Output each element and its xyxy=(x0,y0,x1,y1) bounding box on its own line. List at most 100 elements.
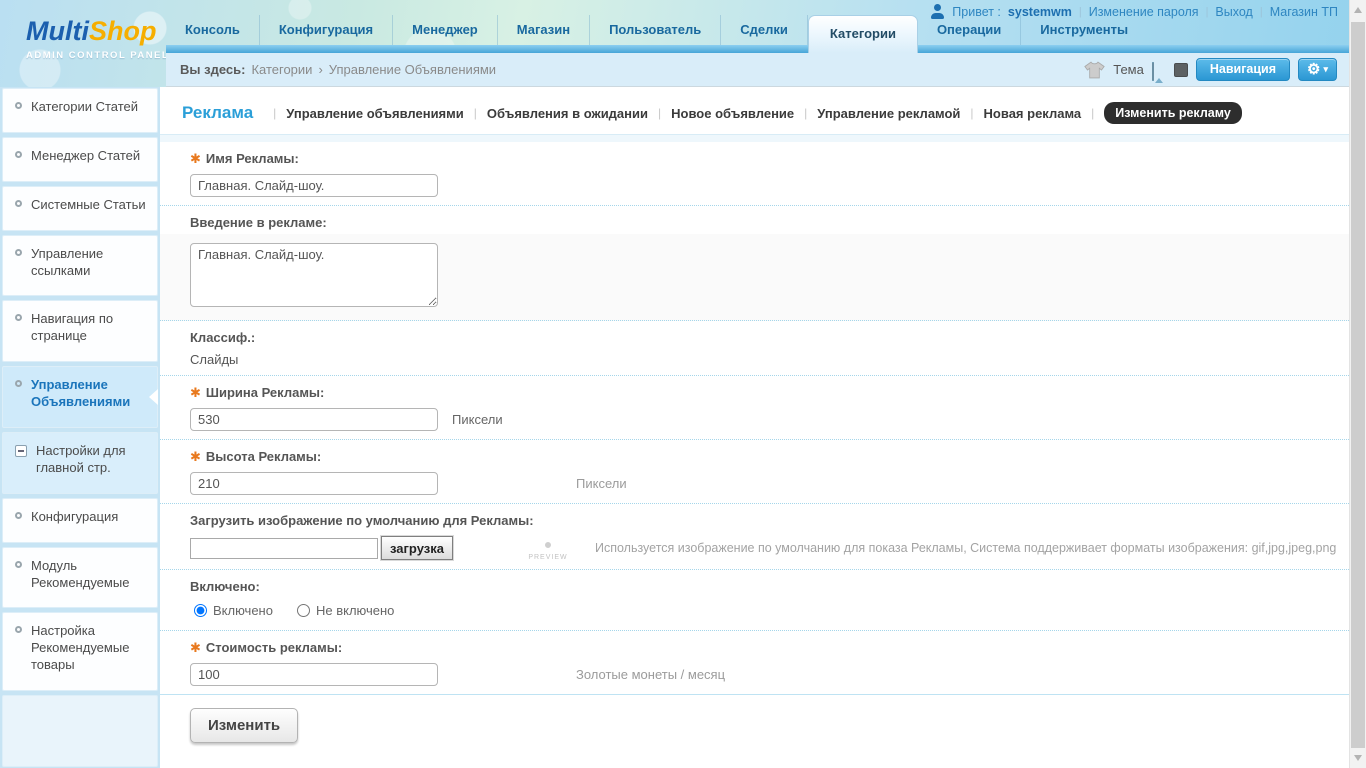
sidebar-item-recommended-products[interactable]: Настройка Рекомендуемые товары xyxy=(2,612,158,691)
ad-name-input[interactable] xyxy=(190,174,438,197)
radio-bullet-icon xyxy=(15,151,22,158)
height-unit-hint: Пиксели xyxy=(576,476,627,491)
form-row-height: ✱Высота Рекламы: Пиксели xyxy=(160,440,1349,504)
radio-label: Включено xyxy=(213,603,273,618)
sidebar-item-article-categories[interactable]: Категории Статей xyxy=(2,88,158,133)
upload-path-input[interactable] xyxy=(190,538,378,559)
field-label: Введение в рекламе: xyxy=(190,215,1349,230)
logout-link[interactable]: Выход xyxy=(1215,5,1252,19)
tab-categories[interactable]: Категории xyxy=(808,15,918,53)
enabled-radio[interactable] xyxy=(194,604,207,617)
form-row-width: ✱Ширина Рекламы: Пиксели xyxy=(160,376,1349,440)
form-row-upload: Загрузить изображение по умолчанию для Р… xyxy=(160,504,1349,570)
sidebar-item-label: Менеджер Статей xyxy=(31,148,140,165)
divider: | xyxy=(474,106,477,120)
breadcrumb-item-categories[interactable]: Категории xyxy=(251,62,312,77)
sidebar-item-link-management[interactable]: Управление ссылками xyxy=(2,235,158,297)
sidebar-item-label: Навигация по странице xyxy=(31,311,147,345)
tab-tools[interactable]: Инструменты xyxy=(1021,15,1147,45)
theme-swatch-dark[interactable] xyxy=(1174,63,1188,77)
divider: | xyxy=(804,106,807,120)
tab-manager[interactable]: Менеджер xyxy=(393,15,498,45)
breadcrumb-separator: › xyxy=(318,62,322,77)
tab-operations[interactable]: Операции xyxy=(918,15,1021,45)
module-header: Реклама | Управление объявлениями | Объя… xyxy=(160,87,1349,135)
link-manage-ads[interactable]: Управление объявлениями xyxy=(286,106,463,121)
sidebar-item-configuration[interactable]: Конфигурация xyxy=(2,498,158,543)
scrollbar-thumb[interactable] xyxy=(1351,22,1365,748)
submit-button[interactable]: Изменить xyxy=(190,708,298,743)
breadcrumb-controls: Тема Навигация ⚙▾ xyxy=(1084,58,1337,81)
radio-bullet-icon xyxy=(15,102,22,109)
link-new-ad[interactable]: Новое объявление xyxy=(671,106,794,121)
logo-part-shop: Shop xyxy=(89,16,157,46)
divider: | xyxy=(273,106,276,120)
classification-value: Слайды xyxy=(190,352,1349,367)
page-title: Реклама xyxy=(182,103,253,123)
sidebar-item-recommended-module[interactable]: Модуль Рекомендуемые xyxy=(2,547,158,609)
divider: | xyxy=(658,106,661,120)
tab-configuration[interactable]: Конфигурация xyxy=(260,15,393,45)
sidebar-item-article-manager[interactable]: Менеджер Статей xyxy=(2,137,158,182)
ad-width-input[interactable] xyxy=(190,408,438,431)
navigation-button[interactable]: Навигация xyxy=(1196,58,1290,81)
link-pending-ads[interactable]: Объявления в ожидании xyxy=(487,106,648,121)
radio-bullet-icon xyxy=(15,626,22,633)
preview-eye-icon[interactable] xyxy=(545,542,551,548)
required-marker: ✱ xyxy=(190,640,201,655)
required-marker: ✱ xyxy=(190,151,201,166)
form-row-enabled: Включено: Включено Не включено xyxy=(160,570,1349,631)
sidebar-filler xyxy=(2,695,158,767)
radio-bullet-icon xyxy=(15,249,22,256)
cost-unit-hint: Золотые монеты / месяц xyxy=(576,667,725,682)
sidebar-item-label: Модуль Рекомендуемые xyxy=(31,558,147,592)
sidebar-item-homepage-settings[interactable]: Настройки для главной стр. xyxy=(2,432,158,494)
theme-swatch-blue[interactable] xyxy=(1152,62,1154,81)
width-unit-hint: Пиксели xyxy=(452,412,503,427)
form-row-intro-label: Введение в рекламе: xyxy=(160,206,1349,234)
sidebar-item-label: Настройки для главной стр. xyxy=(36,443,147,477)
logo-title: MultiShop xyxy=(26,16,169,47)
sidebar-item-label: Управление ссылками xyxy=(31,246,147,280)
tab-shop[interactable]: Магазин xyxy=(498,15,590,45)
collapse-minus-icon[interactable] xyxy=(15,445,27,457)
app-header: MultiShop ADMIN CONTROL PANEL Привет : s… xyxy=(0,0,1366,87)
sidebar-item-label: Системные Статьи xyxy=(31,197,146,214)
tab-user[interactable]: Пользователь xyxy=(590,15,721,45)
ad-intro-textarea[interactable]: Главная. Слайд-шоу. xyxy=(190,243,438,307)
breadcrumb-item-current[interactable]: Управление Объявлениями xyxy=(329,62,496,77)
ad-height-input[interactable] xyxy=(190,472,438,495)
sidebar-item-page-navigation[interactable]: Навигация по странице xyxy=(2,300,158,362)
scroll-down-arrow-icon[interactable] xyxy=(1354,755,1362,761)
scroll-up-arrow-icon[interactable] xyxy=(1354,7,1362,13)
divider: | xyxy=(1206,6,1209,18)
field-label: ✱Стоимость рекламы: xyxy=(190,640,1349,656)
link-manage-advertising[interactable]: Управление рекламой xyxy=(817,106,960,121)
link-new-advertising[interactable]: Новая реклама xyxy=(984,106,1082,121)
tab-deals[interactable]: Сделки xyxy=(721,15,808,45)
selected-theme-caret xyxy=(1155,78,1163,83)
sidebar-item-ad-management[interactable]: Управление Объявлениями xyxy=(2,366,158,428)
radio-option-enabled[interactable]: Включено xyxy=(194,603,273,618)
field-label: Включено: xyxy=(190,579,1349,594)
tab-console[interactable]: Консоль xyxy=(166,15,260,45)
radio-bullet-icon xyxy=(15,561,22,568)
vertical-scrollbar[interactable] xyxy=(1349,0,1366,768)
sidebar-item-system-articles[interactable]: Системные Статьи xyxy=(2,186,158,231)
theme-swatch-blue-wrap xyxy=(1152,63,1166,77)
required-marker: ✱ xyxy=(190,385,201,400)
sidebar-item-label: Настройка Рекомендуемые товары xyxy=(31,623,147,674)
divider: | xyxy=(1260,6,1263,18)
form-row-cost: ✱Стоимость рекламы: Золотые монеты / мес… xyxy=(160,631,1349,695)
active-link-edit-advertising[interactable]: Изменить рекламу xyxy=(1104,102,1242,124)
admin-page: MultiShop ADMIN CONTROL PANEL Привет : s… xyxy=(0,0,1366,768)
field-label: Классиф.: xyxy=(190,330,1349,345)
radio-option-disabled[interactable]: Не включено xyxy=(297,603,394,618)
settings-dropdown-button[interactable]: ⚙▾ xyxy=(1298,58,1337,81)
shop-tp-link[interactable]: Магазин ТП xyxy=(1270,5,1338,19)
field-label: ✱Имя Рекламы: xyxy=(190,151,1349,167)
sidebar-item-label: Конфигурация xyxy=(31,509,118,526)
disabled-radio[interactable] xyxy=(297,604,310,617)
upload-button[interactable]: загрузка xyxy=(381,536,453,560)
ad-cost-input[interactable] xyxy=(190,663,438,686)
